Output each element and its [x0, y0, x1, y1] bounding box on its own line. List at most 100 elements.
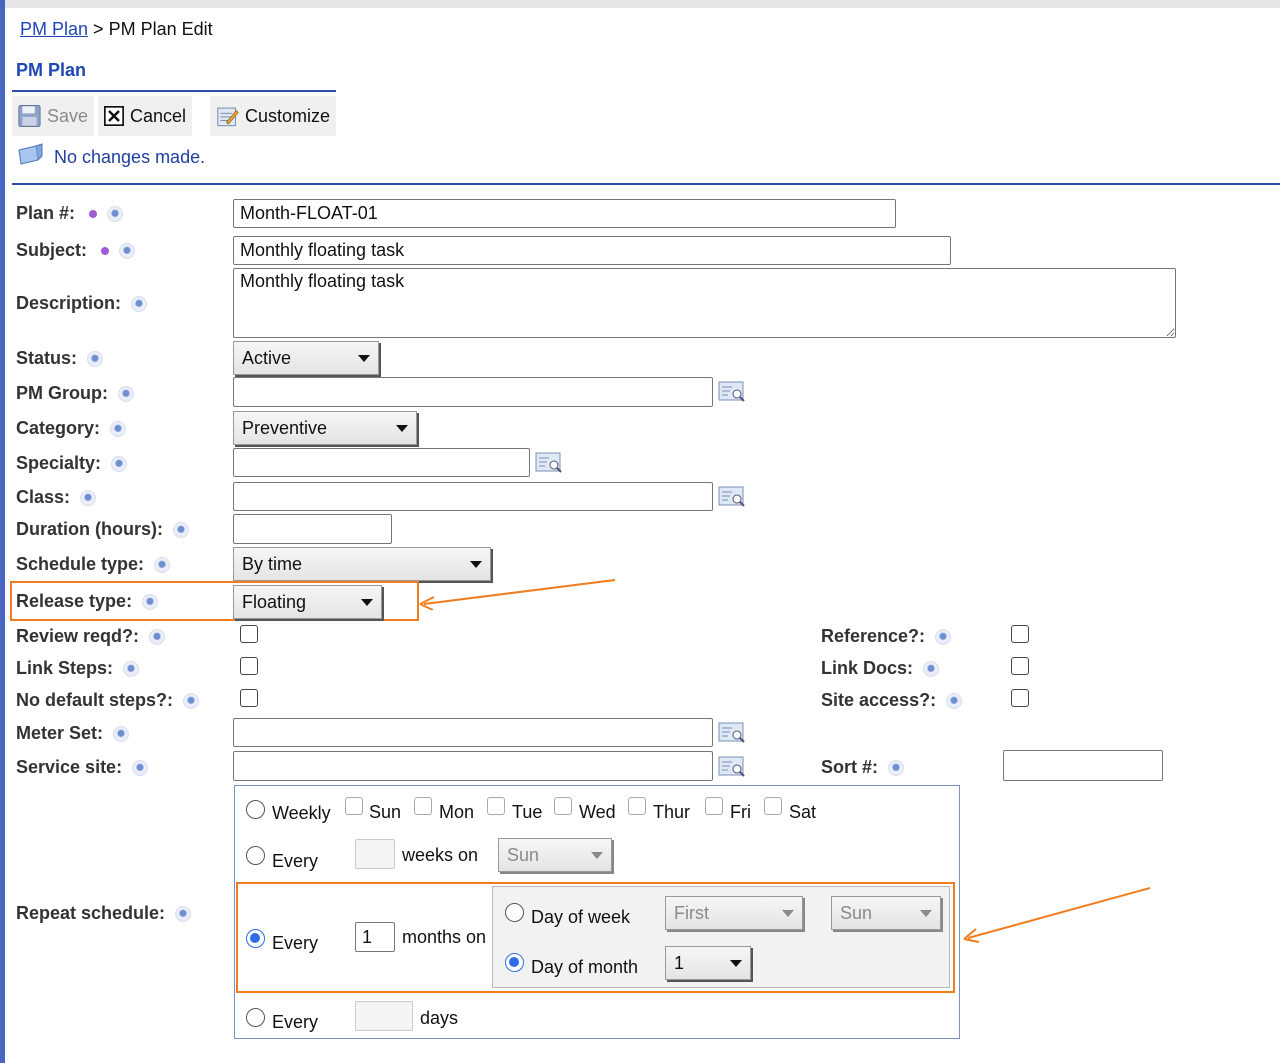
breadcrumb-current: PM Plan Edit [108, 19, 213, 39]
required-icon [89, 209, 98, 218]
info-icon [110, 420, 127, 437]
save-button[interactable]: Save [12, 96, 94, 136]
cancel-icon [104, 106, 124, 126]
weekday-label: Mon [439, 802, 475, 822]
days-count-input[interactable] [355, 1001, 413, 1031]
customize-button[interactable]: Customize [210, 96, 336, 136]
info-icon [107, 205, 124, 222]
weeks-on-label: weeks on [402, 845, 479, 865]
lookup-icon[interactable] [535, 451, 563, 475]
chevron-down-icon [730, 959, 742, 967]
months-on-label: months on [402, 927, 487, 947]
annotation-arrow [963, 887, 1151, 943]
weekday-label: Tue [512, 802, 543, 822]
weeks-day-select[interactable]: Sun [498, 838, 612, 872]
info-icon [123, 660, 140, 677]
info-icon [80, 489, 97, 506]
meter-set-label: Meter Set: [16, 723, 130, 744]
lookup-icon[interactable] [718, 485, 746, 509]
breadcrumb-separator: > [93, 19, 104, 39]
link-docs-label: Link Docs: [821, 658, 940, 679]
day-of-month-radio[interactable] [505, 953, 524, 972]
day-of-week-day-select[interactable]: Sun [831, 896, 941, 930]
weekday-label: Fri [730, 802, 751, 822]
plan-no-input[interactable] [233, 199, 896, 228]
subject-input[interactable] [233, 236, 951, 265]
status-message: No changes made. [54, 147, 206, 167]
no-default-steps-checkbox[interactable] [240, 689, 258, 707]
review-reqd-label: Review reqd?: [16, 626, 166, 647]
specialty-input[interactable] [233, 448, 530, 477]
every-days-radio[interactable] [246, 1008, 265, 1027]
day-of-week-ordinal-select[interactable]: First [665, 896, 803, 930]
category-select[interactable]: Preventive [233, 411, 417, 445]
chevron-down-icon [396, 424, 408, 432]
chevron-down-icon [591, 851, 603, 859]
months-count-input[interactable] [355, 922, 395, 952]
description-label: Description: [16, 293, 148, 314]
weekday-checkbox-sat[interactable] [764, 797, 782, 815]
meter-set-input[interactable] [233, 718, 713, 747]
breadcrumb-link-pm-plan[interactable]: PM Plan [20, 19, 88, 39]
subject-label: Subject: [16, 240, 136, 261]
every-days-label: Every [272, 1012, 319, 1032]
weekday-label: Thur [653, 802, 691, 822]
customize-icon [217, 107, 239, 127]
weekday-checkbox-fri[interactable] [705, 797, 723, 815]
every-months-radio[interactable] [246, 929, 265, 948]
day-of-week-label: Day of week [531, 907, 631, 927]
day-of-month-label: Day of month [531, 957, 639, 977]
info-icon [113, 725, 130, 742]
reference-label: Reference?: [821, 626, 952, 647]
weekday-checkbox-wed[interactable] [554, 797, 572, 815]
status-select[interactable]: Active [233, 341, 379, 375]
plan-no-label: Plan #: [16, 203, 124, 224]
lookup-icon[interactable] [718, 380, 746, 404]
link-steps-checkbox[interactable] [240, 657, 258, 675]
duration-input[interactable] [233, 514, 392, 544]
weekday-checkbox-mon[interactable] [414, 797, 432, 815]
review-reqd-checkbox[interactable] [240, 625, 258, 643]
sort-no-input[interactable] [1003, 750, 1163, 781]
chevron-down-icon [920, 909, 932, 917]
link-docs-checkbox[interactable] [1011, 657, 1029, 675]
info-icon [172, 521, 189, 538]
chevron-down-icon [358, 354, 370, 362]
every-weeks-radio[interactable] [246, 846, 265, 865]
info-icon [935, 628, 952, 645]
pm-group-input[interactable] [233, 377, 713, 407]
info-icon [923, 660, 940, 677]
weekly-radio[interactable] [246, 800, 265, 819]
weeks-count-input[interactable] [355, 839, 395, 869]
class-input[interactable] [233, 482, 713, 511]
repeat-schedule-label: Repeat schedule: [16, 903, 192, 924]
info-icon [119, 242, 136, 259]
required-icon [101, 246, 110, 255]
info-icon [946, 692, 963, 709]
every-months-label: Every [272, 933, 319, 953]
sort-no-label: Sort #: [821, 757, 905, 778]
weekday-checkbox-sun[interactable] [345, 797, 363, 815]
weekday-checkbox-thur[interactable] [628, 797, 646, 815]
top-bar [0, 0, 1280, 8]
lookup-icon[interactable] [718, 755, 746, 779]
service-site-label: Service site: [16, 757, 149, 778]
site-access-checkbox[interactable] [1011, 689, 1029, 707]
duration-label: Duration (hours): [16, 519, 189, 540]
lookup-icon[interactable] [718, 721, 746, 745]
site-access-label: Site access?: [821, 690, 963, 711]
release-type-select[interactable]: Floating [233, 585, 382, 619]
chevron-down-icon [470, 560, 482, 568]
annotation-arrow [419, 579, 616, 610]
breadcrumb: PM Plan > PM Plan Edit [20, 19, 213, 40]
description-textarea[interactable]: Monthly floating task [233, 268, 1176, 338]
reference-checkbox[interactable] [1011, 625, 1029, 643]
cancel-button[interactable]: Cancel [98, 96, 192, 136]
service-site-input[interactable] [233, 751, 713, 781]
day-of-month-select[interactable]: 1 [665, 946, 751, 980]
category-label: Category: [16, 418, 127, 439]
customize-label: Customize [244, 105, 330, 126]
cancel-label: Cancel [129, 105, 186, 126]
day-of-week-radio[interactable] [505, 903, 524, 922]
weekday-checkbox-tue[interactable] [487, 797, 505, 815]
